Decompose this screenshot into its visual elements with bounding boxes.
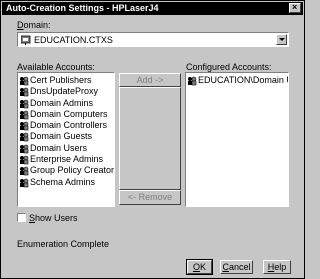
list-item[interactable]: Domain Controllers xyxy=(18,120,114,131)
list-item-label: Domain Controllers xyxy=(30,120,108,131)
status-text: Enumeration Complete xyxy=(17,239,110,249)
remove-button[interactable]: <- Remove xyxy=(119,190,181,205)
button-column-panel xyxy=(119,87,181,190)
dialog-window: Auto-Creation Settings - HPLaserJ4 × Dom… xyxy=(0,0,305,279)
list-item[interactable]: Group Policy Creator Owne xyxy=(18,165,114,176)
list-item[interactable]: DnsUpdateProxy xyxy=(18,86,114,97)
list-item-label: DnsUpdateProxy xyxy=(30,86,99,97)
available-accounts-label: Available Accounts: xyxy=(17,62,95,72)
cancel-rest: ancel xyxy=(228,262,251,272)
list-item-label: Domain Users xyxy=(30,142,88,153)
list-item[interactable]: Domain Guests xyxy=(18,131,114,142)
ok-button[interactable]: OK xyxy=(186,259,213,275)
list-item-label: Domain Guests xyxy=(30,131,93,142)
list-item[interactable]: Cert Publishers xyxy=(18,75,114,86)
list-item-label: Cert Publishers xyxy=(30,75,92,85)
group-icon xyxy=(19,76,29,86)
cancel-button[interactable]: Cancel xyxy=(220,260,253,274)
group-icon xyxy=(19,144,29,154)
close-icon: × xyxy=(292,2,298,12)
group-icon xyxy=(19,121,29,131)
add-button[interactable]: Add -> xyxy=(119,73,181,87)
help-button[interactable]: Help xyxy=(263,260,291,274)
show-users-rest: how Users xyxy=(35,213,78,223)
group-icon xyxy=(19,99,29,109)
list-item[interactable]: Domain Users xyxy=(18,143,114,154)
group-icon xyxy=(19,87,29,97)
list-item[interactable]: Enterprise Admins xyxy=(18,154,114,165)
list-item[interactable]: Domain Admins xyxy=(18,98,114,109)
list-item-label: Enterprise Admins xyxy=(30,154,104,165)
domain-label: Domain: xyxy=(17,20,51,30)
group-icon xyxy=(19,166,29,176)
ok-hotkey: O xyxy=(192,262,200,272)
configured-accounts-label: Configured Accounts: xyxy=(186,62,272,72)
help-rest: elp xyxy=(274,262,287,272)
group-icon xyxy=(19,155,29,165)
domain-value: EDUCATION.CTXS xyxy=(34,35,113,45)
group-icon xyxy=(19,110,29,120)
window-title: Auto-Creation Settings - HPLaserJ4 xyxy=(6,3,159,13)
domain-icon xyxy=(20,35,31,47)
list-item-label: Domain Admins xyxy=(30,97,94,108)
group-icon xyxy=(187,76,197,86)
ok-rest: K xyxy=(200,262,207,272)
list-item-label: Schema Admins xyxy=(30,176,96,187)
title-bar[interactable]: Auto-Creation Settings - HPLaserJ4 × xyxy=(2,2,303,15)
show-users-label[interactable]: Show Users xyxy=(29,213,78,223)
close-button[interactable]: × xyxy=(289,2,301,13)
chevron-down-icon[interactable] xyxy=(276,34,287,45)
domain-label-rest: omain: xyxy=(23,20,51,30)
available-accounts-list[interactable]: Cert Publishers DnsUpdateProxy Domain Admi… xyxy=(17,72,115,207)
list-item-label: EDUCATION\Domain Users xyxy=(198,75,288,85)
list-item-label: Group Policy Creator Owne xyxy=(30,165,114,176)
configured-accounts-list[interactable]: EDUCATION\Domain Users xyxy=(185,72,289,207)
list-item[interactable]: EDUCATION\Domain Users xyxy=(186,75,288,86)
group-icon xyxy=(19,132,29,142)
show-users-checkbox[interactable] xyxy=(17,213,26,222)
list-item[interactable]: Schema Admins xyxy=(18,177,114,188)
list-item[interactable]: Domain Computers xyxy=(18,109,114,120)
group-icon xyxy=(19,178,29,188)
list-item-label: Domain Computers xyxy=(30,108,108,119)
domain-combobox[interactable]: EDUCATION.CTXS xyxy=(17,32,289,47)
